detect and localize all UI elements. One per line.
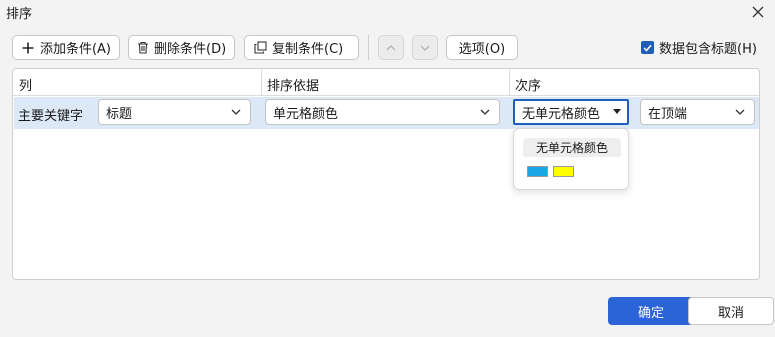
add-condition-label: 添加条件(A) (39, 42, 111, 57)
header-divider (261, 69, 262, 96)
move-up-button[interactable] (378, 35, 404, 60)
title-bar: 排序 (0, 0, 775, 24)
color-select[interactable]: 无单元格颜色 (513, 99, 629, 125)
sort-on-select[interactable]: 单元格颜色 (265, 99, 500, 125)
copy-icon (253, 41, 267, 55)
trash-icon (137, 41, 149, 55)
no-cell-color-option[interactable]: 无单元格颜色 (523, 138, 621, 157)
chevron-down-icon (231, 109, 241, 115)
color-select-value: 无单元格颜色 (522, 106, 601, 122)
chevron-down-icon (735, 109, 745, 115)
chevron-down-icon (480, 109, 490, 115)
delete-condition-button[interactable]: 删除条件(D) (128, 35, 235, 60)
caret-down-icon (613, 109, 621, 114)
move-down-button[interactable] (412, 35, 438, 60)
plus-icon (21, 41, 35, 55)
color-swatch-yellow[interactable] (553, 166, 574, 177)
delete-condition-label: 删除条件(D) (154, 42, 227, 57)
copy-condition-button[interactable]: 复制条件(C) (244, 35, 359, 60)
copy-condition-label: 复制条件(C) (272, 42, 344, 57)
toolbar-divider (368, 35, 369, 60)
header-column: 列 (19, 79, 33, 94)
close-button[interactable] (747, 1, 769, 23)
chevron-down-icon (420, 45, 430, 51)
ok-button[interactable]: 确定 (608, 297, 694, 325)
options-label: 选项(O) (458, 42, 506, 57)
color-swatch-blue[interactable] (527, 166, 548, 177)
position-select[interactable]: 在顶端 (640, 99, 755, 125)
color-popup: 无单元格颜色 (513, 128, 629, 190)
cancel-button[interactable]: 取消 (688, 297, 774, 325)
close-icon (752, 6, 764, 18)
row-key-label: 主要关键字 (18, 109, 84, 124)
sort-on-select-value: 单元格颜色 (273, 106, 339, 122)
has-header-label: 数据包含标题(H) (659, 42, 757, 57)
table-header: 列 排序依据 次序 (13, 69, 759, 96)
chevron-up-icon (386, 44, 396, 50)
window-title: 排序 (6, 7, 33, 22)
column-select[interactable]: 标题 (98, 99, 251, 125)
header-divider (509, 69, 510, 96)
checkbox-checked-icon (641, 41, 654, 54)
position-select-value: 在顶端 (648, 106, 688, 122)
add-condition-button[interactable]: 添加条件(A) (12, 35, 120, 60)
column-select-value: 标题 (106, 106, 133, 122)
options-button[interactable]: 选项(O) (446, 35, 518, 60)
header-order: 次序 (515, 79, 542, 94)
header-sort-on: 排序依据 (267, 79, 320, 94)
has-header-checkbox[interactable]: 数据包含标题(H) (641, 38, 757, 57)
